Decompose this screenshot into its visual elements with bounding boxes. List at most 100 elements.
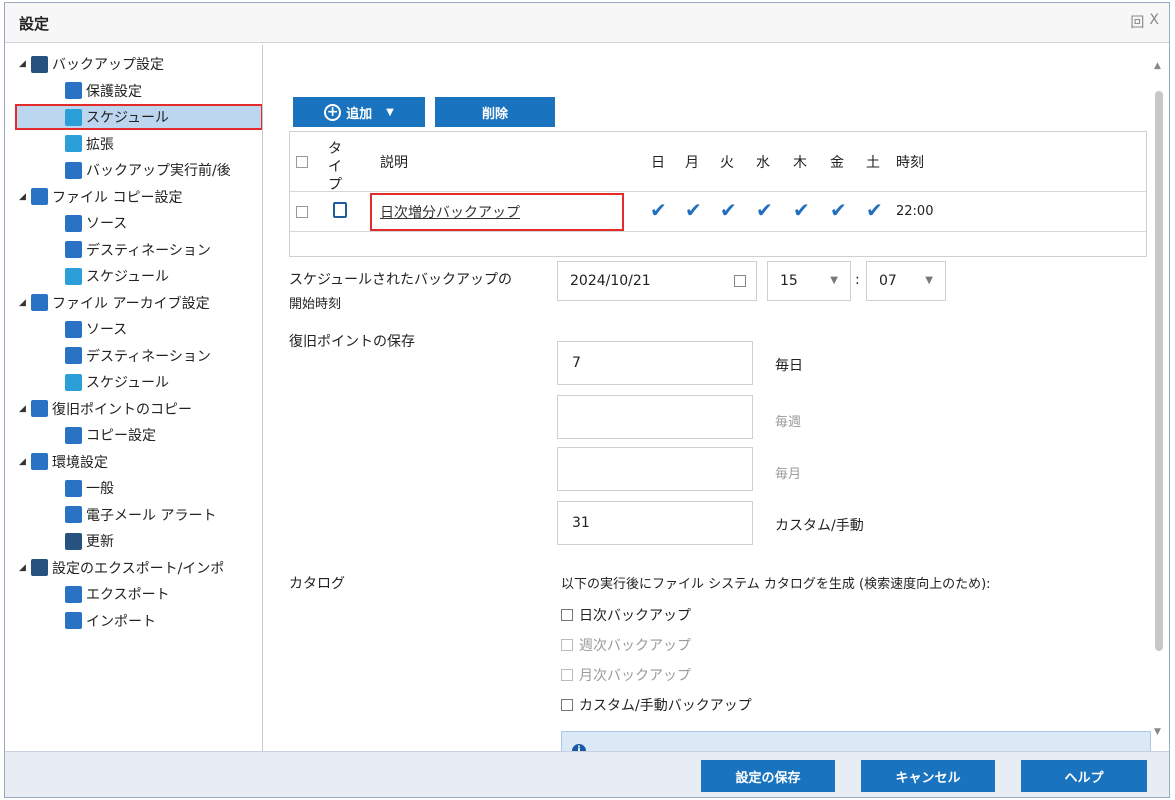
expand-arrow-icon[interactable]: ◢ (19, 59, 31, 69)
start-time-label-line2: 開始時刻 (289, 297, 342, 312)
tree-item-label: 保護設定 (86, 83, 142, 100)
scrollbar-thumb[interactable] (1155, 91, 1163, 651)
tree-item[interactable]: 電子メール アラート (65, 502, 216, 528)
checkbox (561, 639, 573, 651)
tree-item[interactable]: デスティネーション (65, 343, 211, 369)
check-icon: ✔ (830, 198, 847, 222)
catalog-info-box: i (561, 731, 1151, 751)
retention-label: 復旧ポイントの保存 (289, 334, 415, 350)
check-icon: ✔ (793, 198, 810, 222)
table-row[interactable]: 日次増分バックアップ ✔ ✔ ✔ ✔ ✔ ✔ ✔ 22:00 (290, 192, 1146, 232)
chevron-down-icon: ▼ (830, 275, 838, 286)
main-vertical-scrollbar[interactable]: ▲ ▼ (1154, 53, 1163, 743)
tree-item-label: ファイル コピー設定 (52, 189, 183, 206)
scroll-up-icon[interactable]: ▲ (1154, 61, 1161, 71)
tree-item[interactable]: スケジュール (15, 104, 262, 130)
checkbox[interactable] (561, 699, 573, 711)
header-day-mon: 月 (685, 155, 699, 171)
catalog-daily-option[interactable]: 日次バックアップ (561, 605, 691, 625)
start-date-field[interactable]: 2024/10/21 (557, 261, 757, 301)
add-button[interactable]: + 追加 ▼ (293, 97, 425, 127)
custom-label: カスタム/手動 (775, 518, 864, 534)
hour-select[interactable]: 15 ▼ (767, 261, 851, 301)
tree-item[interactable]: エクスポート (65, 581, 170, 607)
pre-post-icon (65, 161, 82, 179)
tree-item[interactable]: ソース (65, 210, 127, 236)
backup-icon (31, 55, 48, 73)
check-icon: ✔ (756, 198, 773, 222)
header-type: タイプ (328, 141, 342, 193)
tree-item-label: ファイル アーカイブ設定 (52, 295, 210, 312)
tree-item[interactable]: 保護設定 (65, 78, 142, 104)
source-icon (65, 214, 82, 232)
tree-item[interactable]: デスティネーション (65, 237, 211, 263)
settings-tree: ◢ バックアップ設定 保護設定 スケジュール 拡張 バックアップ実行前/後 ◢ ファイル コピ… (9, 45, 263, 751)
tree-item[interactable]: ◢ バックアップ設定 (19, 51, 164, 77)
tree-item[interactable]: 一般 (65, 475, 114, 501)
row-checkbox[interactable] (296, 206, 308, 218)
expand-arrow-icon[interactable]: ◢ (19, 298, 31, 308)
catalog-description: 以下の実行後にファイル システム カタログを生成 (検索速度向上のため): (561, 577, 991, 592)
tree-item-label: スケジュール (86, 110, 170, 126)
delete-button[interactable]: 削除 (435, 97, 555, 127)
tree-item-label: バックアップ実行前/後 (86, 163, 231, 179)
tree-item[interactable]: バックアップ実行前/後 (65, 157, 231, 183)
tree-item[interactable]: コピー設定 (65, 422, 156, 448)
tree-item[interactable]: 拡張 (65, 131, 114, 157)
window-title: 設定 (19, 15, 50, 33)
expand-arrow-icon[interactable]: ◢ (19, 457, 31, 467)
schedule-icon (65, 108, 82, 126)
minute-select[interactable]: 07 ▼ (866, 261, 946, 301)
tree-item[interactable]: ◢ ファイル アーカイブ設定 (19, 290, 210, 316)
cancel-button[interactable]: キャンセル (861, 760, 995, 792)
checkbox[interactable] (561, 609, 573, 621)
custom-retention-input[interactable]: 31 (557, 501, 753, 545)
chevron-down-icon: ▼ (925, 275, 933, 286)
schedule-icon (65, 373, 82, 391)
schedule-time: 22:00 (896, 204, 934, 219)
weekly-label: 毎週 (775, 415, 802, 430)
tree-item[interactable]: インポート (65, 608, 156, 634)
disk-icon (333, 202, 347, 218)
add-circle-icon: + (324, 103, 342, 121)
schedule-icon (65, 267, 82, 285)
tree-item[interactable]: ◢ 復旧ポイントのコピー (19, 396, 192, 422)
help-button[interactable]: ヘルプ (1021, 760, 1147, 792)
tree-item[interactable]: ◢ 設定のエクスポート/インポ (19, 555, 224, 581)
destination-icon (65, 347, 82, 364)
check-icon: ✔ (866, 198, 883, 222)
tree-item[interactable]: ◢ ファイル コピー設定 (19, 184, 182, 210)
select-all-checkbox[interactable] (296, 156, 308, 168)
tree-item[interactable]: ソース (65, 316, 127, 342)
footer-bar: 設定の保存 キャンセル ヘルプ (5, 751, 1169, 797)
daily-retention-input[interactable]: 7 (557, 341, 753, 385)
tree-item-label: デスティネーション (86, 242, 211, 259)
expand-arrow-icon[interactable]: ◢ (19, 404, 31, 414)
close-icon[interactable]: X (1149, 12, 1159, 32)
schedule-table: タイプ 説明 日 月 火 水 木 金 土 時刻 日次増分バックアップ ✔ ✔ ✔… (289, 131, 1147, 257)
tree-item[interactable]: スケジュール (65, 369, 169, 395)
restore-icon[interactable]: 回 (1130, 12, 1144, 32)
tree-item-label: バックアップ設定 (52, 57, 164, 73)
catalog-custom-option[interactable]: カスタム/手動バックアップ (561, 695, 752, 715)
calendar-icon[interactable] (734, 275, 746, 287)
source-icon (65, 320, 82, 338)
table-header: タイプ 説明 日 月 火 水 木 金 土 時刻 (290, 132, 1146, 193)
save-settings-button[interactable]: 設定の保存 (701, 760, 835, 792)
tree-item[interactable]: スケジュール (65, 263, 169, 289)
monthly-label: 毎月 (775, 467, 802, 482)
tree-item-label: エクスポート (86, 587, 170, 603)
minute-value: 07 (879, 273, 897, 289)
tree-item[interactable]: 更新 (65, 528, 114, 554)
expand-arrow-icon[interactable]: ◢ (19, 192, 31, 202)
tree-item[interactable]: ◢ 環境設定 (19, 449, 108, 475)
tree-item-label: 設定のエクスポート/インポ (52, 560, 225, 577)
scroll-down-icon[interactable]: ▼ (1154, 727, 1161, 737)
expand-arrow-icon[interactable]: ◢ (19, 563, 31, 573)
update-icon (65, 532, 82, 550)
tree-item-label: ソース (86, 322, 128, 338)
file-copy-icon (31, 188, 48, 205)
tree-item-label: コピー設定 (86, 428, 156, 444)
weekly-retention-input[interactable] (557, 395, 753, 439)
monthly-retention-input[interactable] (557, 447, 753, 491)
